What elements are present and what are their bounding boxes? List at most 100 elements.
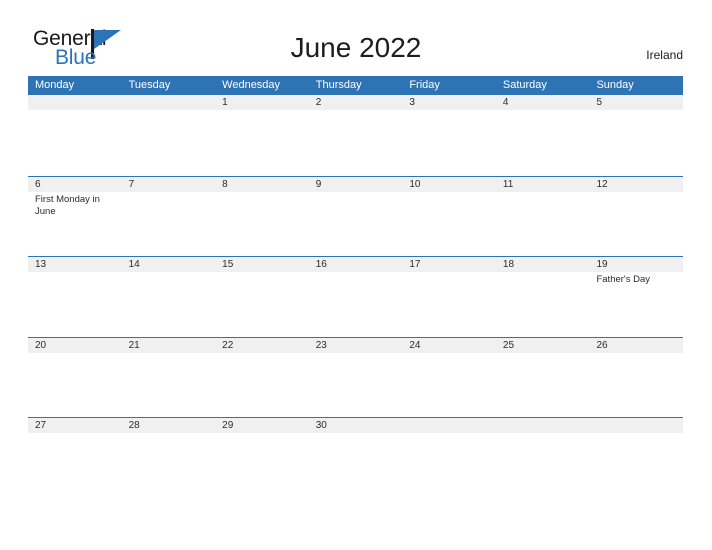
day-cell[interactable]: 23 <box>308 337 403 417</box>
day-number-band <box>28 95 122 110</box>
day-number-band <box>589 418 684 433</box>
day-number-band <box>495 418 590 433</box>
day-cell[interactable]: 7 <box>121 176 216 256</box>
day-cell[interactable]: 1 <box>215 95 309 176</box>
day-number: 26 <box>596 339 608 351</box>
day-number-band <box>121 176 216 192</box>
day-number: 12 <box>596 178 608 190</box>
weekday-header-row: Monday Tuesday Wednesday Thursday Friday Satu… <box>28 76 683 95</box>
day-cell-empty[interactable] <box>589 418 684 498</box>
day-cell[interactable]: 17 <box>402 257 496 337</box>
day-cell[interactable]: 18 <box>495 257 590 337</box>
day-number: 17 <box>409 259 421 270</box>
day-number: 11 <box>502 178 514 190</box>
day-cell-empty[interactable] <box>28 95 122 176</box>
day-cell[interactable]: 14 <box>121 257 216 337</box>
day-number: 23 <box>315 339 327 351</box>
day-number: 7 <box>128 178 135 190</box>
calendar-week-row: 27 28 29 30 <box>28 417 684 498</box>
day-number: 14 <box>128 259 140 270</box>
event-label: First Monday in June <box>35 193 100 218</box>
calendar-week-row: 13 14 15 16 17 18 19 Father's Day <box>28 256 684 337</box>
day-number: 2 <box>315 97 322 108</box>
day-cell-empty[interactable] <box>402 418 496 498</box>
day-number: 20 <box>35 339 47 351</box>
day-number: 3 <box>409 97 415 108</box>
calendar-week-row: 20 21 22 23 24 25 26 <box>28 336 684 417</box>
day-number-band <box>28 176 122 192</box>
day-cell-empty[interactable] <box>121 95 216 176</box>
day-number: 8 <box>222 178 228 190</box>
day-number-band <box>402 95 496 110</box>
day-cell[interactable]: 3 <box>402 95 496 176</box>
day-cell[interactable]: 25 <box>495 337 590 417</box>
day-cell-empty[interactable] <box>495 418 590 498</box>
day-cell[interactable]: 21 <box>121 337 216 417</box>
weekday-header-tuesday: Tuesday <box>128 79 171 91</box>
day-number: 9 <box>315 178 322 190</box>
day-number: 16 <box>315 259 327 270</box>
day-cell[interactable]: 12 <box>589 176 684 256</box>
calendar-grid: Monday Tuesday Wednesday Thursday Friday Satu… <box>28 76 684 498</box>
day-number: 25 <box>502 339 515 351</box>
day-cell[interactable]: 15 <box>215 257 309 337</box>
day-cell[interactable]: 29 <box>215 418 309 498</box>
weekday-header-monday: Monday <box>35 79 75 91</box>
day-cell[interactable]: 30 <box>308 418 403 498</box>
day-number: 10 <box>409 178 421 190</box>
day-cell[interactable]: 20 <box>28 337 122 417</box>
day-number: 18 <box>502 259 515 270</box>
day-cell[interactable]: 27 <box>28 418 122 498</box>
day-number: 5 <box>596 97 603 108</box>
day-cell[interactable]: 26 <box>589 337 684 417</box>
day-number: 13 <box>35 259 47 270</box>
day-cell[interactable]: 28 <box>121 418 216 498</box>
calendar-page: General Blue June 2022 Ireland Monday Tue… <box>0 0 712 550</box>
weekday-header-saturday: Saturday <box>502 79 547 91</box>
weekday-header-thursday: Thursday <box>315 79 362 91</box>
calendar-weeks: 1 2 3 4 5 6 First Monday in June 7 8 9 10 11 12 13 14 1… <box>28 95 684 498</box>
day-cell[interactable]: 9 <box>308 176 403 256</box>
day-cell[interactable]: 6 First Monday in June <box>28 176 122 256</box>
day-cell[interactable]: 8 <box>215 176 309 256</box>
day-number: 21 <box>128 339 140 351</box>
day-cell[interactable]: 13 <box>28 257 122 337</box>
day-number: 28 <box>128 420 140 431</box>
calendar-week-row: 1 2 3 4 5 <box>28 95 684 176</box>
weekday-header-wednesday: Wednesday <box>222 79 281 91</box>
day-cell[interactable]: 19 Father's Day <box>589 257 684 337</box>
day-number-band <box>121 95 216 110</box>
day-number: 24 <box>409 339 421 351</box>
day-number: 22 <box>222 339 234 351</box>
day-number: 4 <box>502 97 509 108</box>
day-number-band <box>215 95 309 110</box>
day-number: 27 <box>35 420 47 431</box>
day-number-band <box>495 95 590 110</box>
day-cell[interactable]: 11 <box>495 176 590 256</box>
day-cell[interactable]: 5 <box>589 95 684 176</box>
day-number-band <box>215 176 309 192</box>
day-cell[interactable]: 16 <box>308 257 403 337</box>
day-cell[interactable]: 2 <box>308 95 403 176</box>
day-cell[interactable]: 24 <box>402 337 496 417</box>
day-number-band <box>402 418 496 433</box>
day-number-band <box>308 176 403 192</box>
day-events: First Monday in June <box>35 194 118 219</box>
day-cell[interactable]: 22 <box>215 337 309 417</box>
page-header: General Blue June 2022 Ireland <box>0 0 712 76</box>
region-label: Ireland <box>646 48 683 62</box>
weekday-header-friday: Friday <box>409 79 440 91</box>
day-number: 1 <box>222 97 228 108</box>
day-number: 30 <box>315 420 327 431</box>
day-number: 6 <box>35 178 41 190</box>
day-number: 29 <box>222 420 234 431</box>
event-label: Father's Day <box>596 274 651 285</box>
day-events: Father's Day <box>596 274 679 287</box>
weekday-header-sunday: Sunday <box>596 79 634 91</box>
page-title: June 2022 <box>290 32 422 63</box>
day-number-band <box>308 95 403 110</box>
day-number: 15 <box>222 259 234 270</box>
day-cell[interactable]: 10 <box>402 176 496 256</box>
day-cell[interactable]: 4 <box>495 95 590 176</box>
calendar-week-row: 6 First Monday in June 7 8 9 10 11 12 <box>28 175 684 256</box>
